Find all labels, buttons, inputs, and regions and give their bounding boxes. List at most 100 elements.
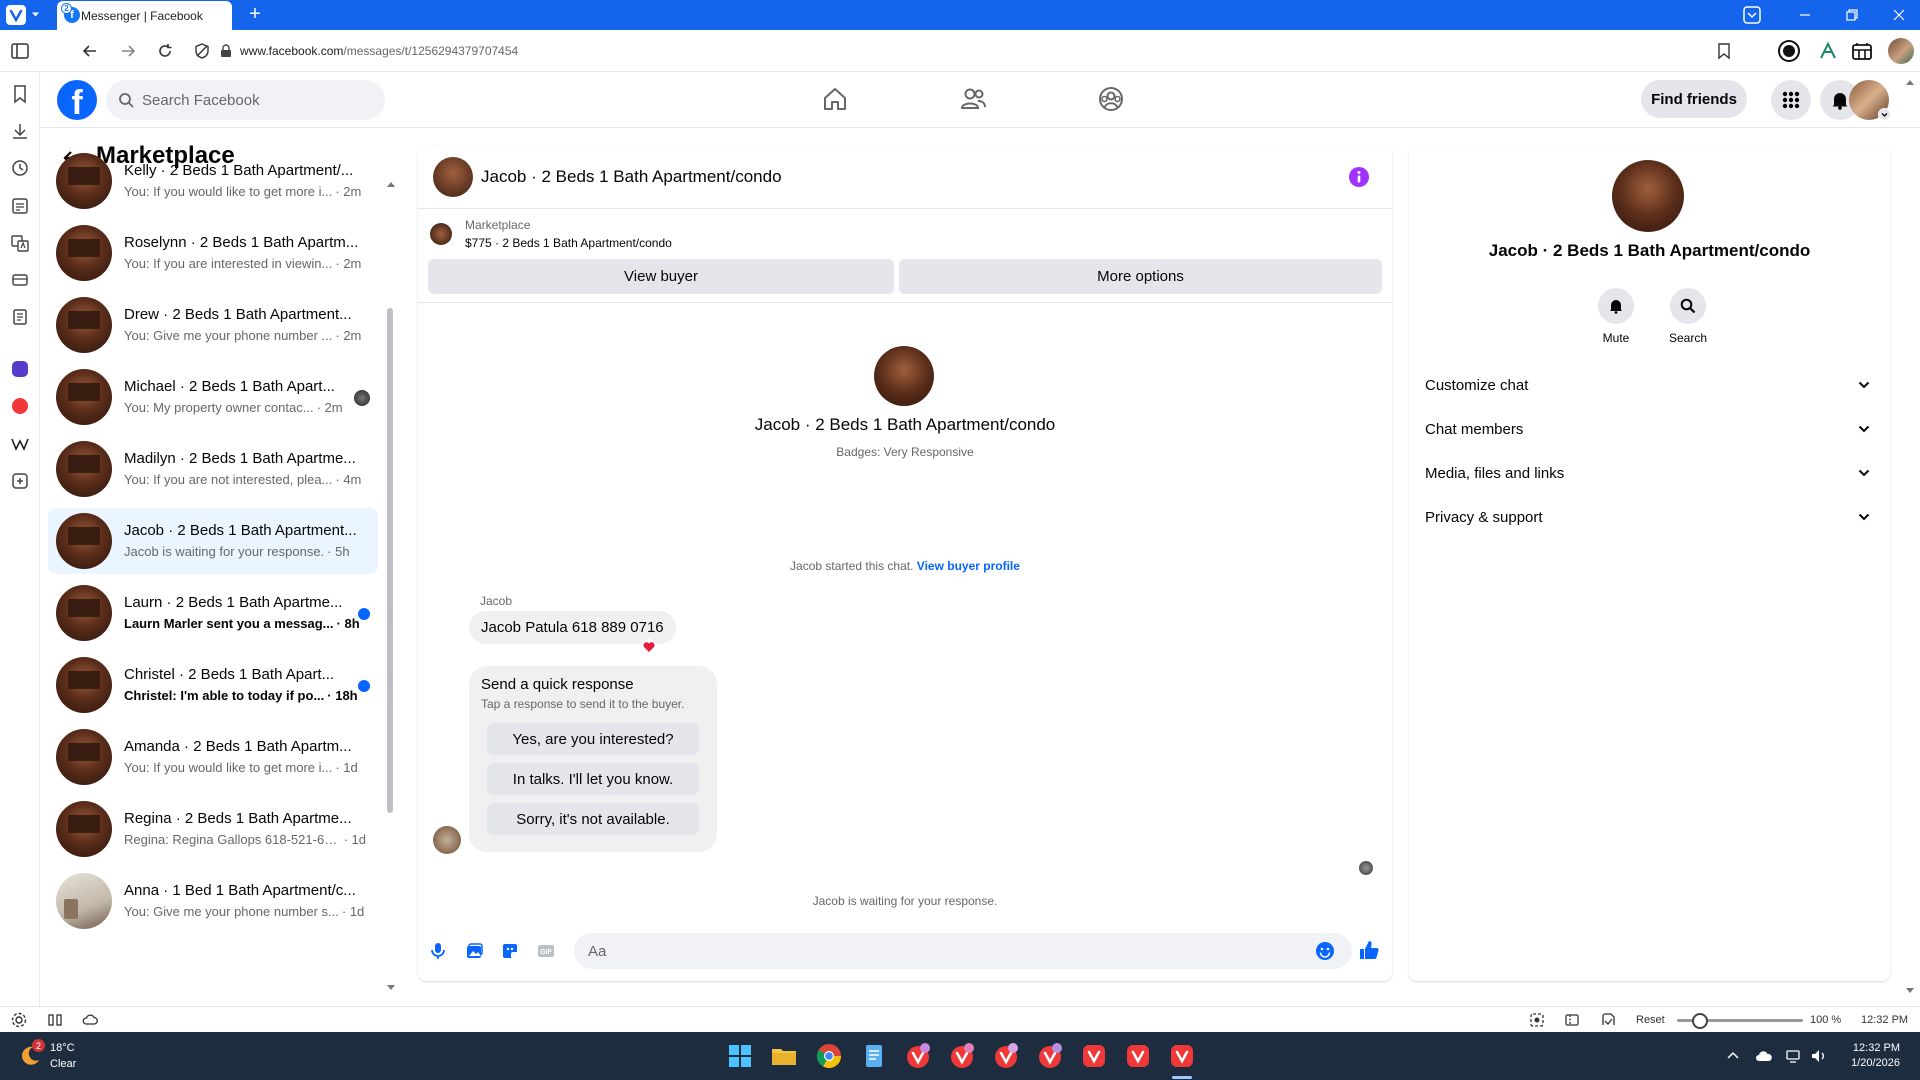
sidebar-scrollbar[interactable] <box>387 308 393 813</box>
heart-reaction-icon[interactable] <box>641 639 657 655</box>
scroll-down-arrow-icon[interactable] <box>387 984 395 992</box>
search-action[interactable]: Search <box>1658 288 1718 345</box>
window-panel-icon[interactable] <box>10 270 30 290</box>
sender-avatar[interactable] <box>433 826 461 854</box>
account-chevron-icon[interactable] <box>1878 108 1891 121</box>
find-friends-button[interactable]: Find friends <box>1641 80 1747 118</box>
zoom-reset-button[interactable]: Reset <box>1636 1014 1665 1026</box>
file-explorer-icon[interactable] <box>770 1042 798 1070</box>
conversation-item[interactable]: Michael · 2 Beds 1 Bath Apart... You: My … <box>48 364 378 430</box>
weather-condition[interactable]: Clear <box>50 1058 76 1070</box>
minimize-icon[interactable] <box>1795 5 1815 25</box>
bookmark-icon[interactable] <box>1714 41 1734 61</box>
vivaldi-profile-icon[interactable] <box>1036 1042 1064 1070</box>
forward-icon[interactable] <box>118 41 138 61</box>
listing-price-title[interactable]: $775 · 2 Beds 1 Bath Apartment/condo <box>465 236 672 250</box>
thumbs-up-icon[interactable] <box>1358 939 1380 961</box>
scroll-up-arrow-icon[interactable] <box>387 180 395 188</box>
photo-icon[interactable] <box>464 941 484 961</box>
notes-panel-icon[interactable] <box>10 196 30 216</box>
history-panel-icon[interactable] <box>10 158 30 178</box>
groups-icon[interactable] <box>1096 84 1126 114</box>
wikipedia-icon[interactable] <box>10 434 30 454</box>
accordion-customize-chat[interactable]: Customize chat <box>1417 363 1882 407</box>
info-icon[interactable] <box>1349 167 1369 187</box>
close-window-icon[interactable] <box>1889 5 1909 25</box>
page-tiling-icon[interactable] <box>1564 1012 1580 1028</box>
capture-icon[interactable] <box>1529 1012 1545 1028</box>
microphone-icon[interactable] <box>428 941 448 961</box>
chat-title[interactable]: Jacob · 2 Beds 1 Bath Apartment/condo <box>481 167 782 187</box>
windows-start-icon[interactable] <box>726 1042 754 1070</box>
network-icon[interactable] <box>1785 1047 1803 1065</box>
more-options-button[interactable]: More options <box>899 259 1382 294</box>
tracker-blocker-icon[interactable] <box>192 41 212 61</box>
chat-avatar[interactable] <box>433 157 473 197</box>
conversation-item[interactable]: Roselynn · 2 Beds 1 Bath Apartm... You: I… <box>48 220 378 286</box>
gif-icon[interactable]: GIF <box>536 941 556 961</box>
profile-avatar[interactable] <box>1888 38 1914 64</box>
conversation-item[interactable]: Christel · 2 Beds 1 Bath Apart... Christe… <box>48 652 378 718</box>
sync-cloud-icon[interactable] <box>82 1012 98 1028</box>
info-avatar[interactable] <box>1612 160 1684 232</box>
buyer-avatar-large[interactable] <box>874 346 934 406</box>
extension-circle-icon[interactable] <box>1780 42 1798 60</box>
emoji-icon[interactable] <box>1315 941 1335 961</box>
notepad-icon[interactable] <box>860 1042 888 1070</box>
sticker-icon[interactable] <box>500 941 520 961</box>
tab-list-icon[interactable] <box>1742 5 1762 25</box>
accordion-privacy-support[interactable]: Privacy & support <box>1417 495 1882 539</box>
conversation-item[interactable]: Regina · 2 Beds 1 Bath Apartme... Regina:… <box>48 796 378 862</box>
page-scroll-down-icon[interactable] <box>1906 987 1914 995</box>
onedrive-icon[interactable] <box>1755 1047 1773 1065</box>
home-icon[interactable] <box>820 84 850 114</box>
extension-puzzle-icon[interactable] <box>1817 40 1839 62</box>
translate-panel-icon[interactable] <box>10 233 30 253</box>
menu-button[interactable] <box>1771 80 1811 120</box>
vivaldi-icon[interactable] <box>1124 1042 1152 1070</box>
conversation-item[interactable]: Kelly · 2 Beds 1 Bath Apartment/... You: … <box>48 148 378 214</box>
new-tab-button[interactable]: + <box>245 4 265 25</box>
vivaldi-icon[interactable] <box>1080 1042 1108 1070</box>
weather-temperature[interactable]: 18°C <box>50 1042 75 1054</box>
view-buyer-profile-link[interactable]: View buyer profile <box>917 559 1020 573</box>
zoom-slider-handle[interactable] <box>1692 1013 1708 1029</box>
page-scroll-up-icon[interactable] <box>1906 78 1914 86</box>
accordion-media-files-links[interactable]: Media, files and links <box>1417 451 1882 495</box>
url-field[interactable]: www.facebook.com/messages/t/125629437970… <box>220 38 1715 64</box>
vivaldi-profile-icon[interactable] <box>904 1042 932 1070</box>
message-input[interactable]: Aa <box>574 933 1352 969</box>
extensions-icon[interactable] <box>1851 40 1873 62</box>
tile-tabs-icon[interactable] <box>47 1012 63 1028</box>
vivaldi-social-icon[interactable] <box>12 398 28 414</box>
vivaldi-active-icon[interactable] <box>1168 1042 1196 1070</box>
chevron-down-icon[interactable] <box>31 10 40 19</box>
mute-action[interactable]: Mute <box>1586 288 1646 345</box>
conversation-item[interactable]: Madilyn · 2 Beds 1 Bath Apartme... You: I… <box>48 436 378 502</box>
back-icon[interactable] <box>80 41 100 61</box>
quick-reply-button[interactable]: Sorry, it's not available. <box>487 803 699 835</box>
search-facebook-input[interactable]: Search Facebook <box>106 80 385 120</box>
mastodon-icon[interactable] <box>12 361 28 377</box>
accordion-chat-members[interactable]: Chat members <box>1417 407 1882 451</box>
reload-icon[interactable] <box>155 41 175 61</box>
conversation-item[interactable]: Jacob · 2 Beds 1 Bath Apartment... Jacob … <box>48 508 378 574</box>
friends-icon[interactable] <box>958 84 988 114</box>
conversation-item[interactable]: Amanda · 2 Beds 1 Bath Apartm... You: If … <box>48 724 378 790</box>
conversation-item[interactable]: Drew · 2 Beds 1 Bath Apartment... You: Gi… <box>48 292 378 358</box>
downloads-panel-icon[interactable] <box>10 121 30 141</box>
tray-chevron-up-icon[interactable] <box>1724 1047 1742 1065</box>
panel-toggle-icon[interactable] <box>10 41 30 61</box>
reading-list-icon[interactable] <box>10 307 30 327</box>
vivaldi-profile-icon[interactable] <box>992 1042 1020 1070</box>
bookmarks-panel-icon[interactable] <box>10 84 30 104</box>
conversation-item[interactable]: Laurn · 2 Beds 1 Bath Apartme... Laurn Ma… <box>48 580 378 646</box>
view-buyer-button[interactable]: View buyer <box>428 259 894 294</box>
tab-messenger[interactable]: f 2 Messenger | Facebook <box>57 1 232 30</box>
page-actions-icon[interactable] <box>1600 1012 1616 1028</box>
vivaldi-menu-button[interactable] <box>6 5 26 25</box>
facebook-logo-icon[interactable]: f <box>57 80 97 120</box>
quick-reply-button[interactable]: Yes, are you interested? <box>487 723 699 755</box>
listing-thumbnail[interactable] <box>430 223 452 245</box>
vivaldi-profile-icon[interactable] <box>948 1042 976 1070</box>
